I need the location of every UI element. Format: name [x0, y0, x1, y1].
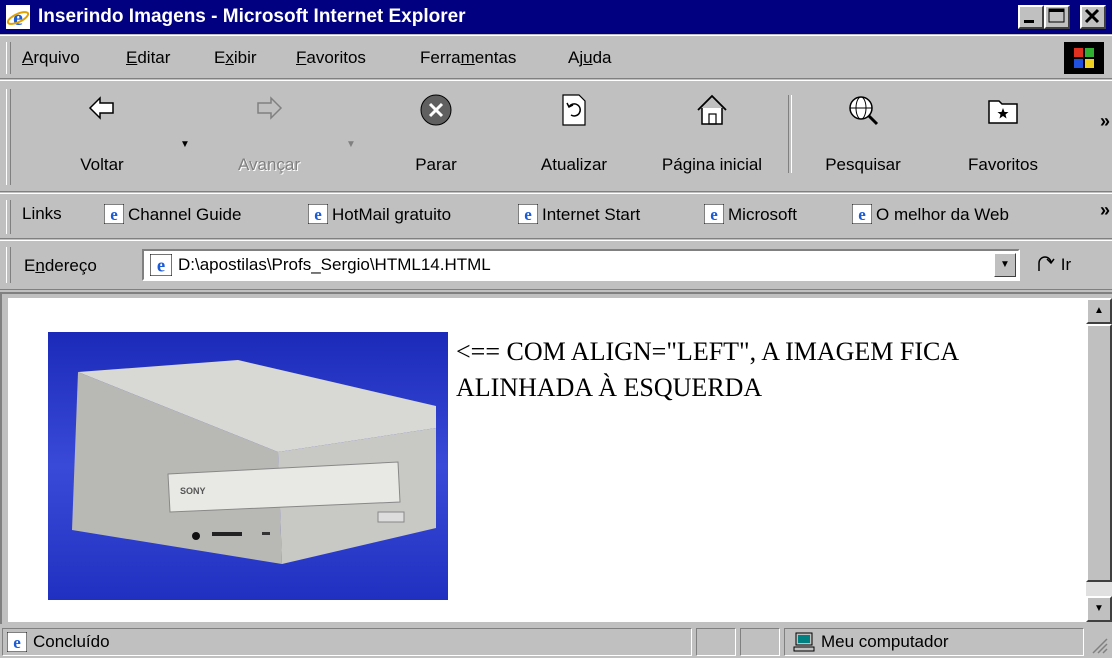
status-panel-empty — [696, 628, 736, 656]
menu-grip[interactable] — [6, 42, 11, 74]
links-bar: Links e Channel Guide e HotMail gratuito e… — [0, 193, 1112, 239]
scroll-up-button[interactable]: ▲ — [1086, 298, 1112, 324]
status-text-panel: e Concluído — [2, 628, 692, 656]
search-globe-icon — [849, 96, 879, 126]
links-grip[interactable] — [6, 200, 11, 234]
minimize-icon — [1024, 20, 1034, 23]
svg-text:e: e — [13, 633, 21, 652]
page-content: SONY <== COM ALIGN="LEFT", A IMAGEM FICA… — [8, 298, 1086, 622]
status-panel-empty — [740, 628, 780, 656]
ie-page-icon: e — [307, 203, 329, 225]
go-arrow-icon — [1038, 256, 1055, 271]
search-button[interactable]: Pesquisar — [808, 87, 918, 183]
status-zone: Meu computador — [821, 632, 949, 651]
my-computer-icon — [793, 632, 815, 652]
go-button[interactable]: Ir — [1036, 254, 1071, 275]
stop-button[interactable]: Parar — [396, 87, 476, 183]
scroll-down-button[interactable]: ▼ — [1086, 596, 1112, 622]
back-dropdown[interactable]: ▼ — [180, 139, 190, 150]
home-icon — [697, 94, 727, 125]
toolbar-grip[interactable] — [6, 89, 11, 185]
favorites-folder-icon — [988, 100, 1018, 124]
cd-drive-image: SONY — [48, 332, 448, 600]
svg-text:e: e — [13, 5, 23, 29]
link-melhor-da-web[interactable]: eO melhor da Web — [851, 203, 1009, 225]
svg-text:e: e — [524, 205, 532, 224]
menu-arquivo[interactable]: Arquivo — [22, 48, 80, 68]
toolbar-more-chevron[interactable]: » — [1100, 111, 1110, 132]
svg-text:e: e — [110, 205, 118, 224]
menu-ajuda[interactable]: Ajuda — [568, 48, 612, 68]
refresh-icon — [562, 94, 586, 126]
link-internet-start[interactable]: e Internet Start — [517, 203, 640, 225]
favorites-button[interactable]: Favoritos — [948, 87, 1058, 183]
svg-text:e: e — [157, 256, 165, 276]
svg-text:SONY: SONY — [180, 486, 206, 496]
ie-page-icon: e — [703, 203, 725, 225]
stop-icon — [420, 94, 452, 126]
page-text: <== COM ALIGN="LEFT", A IMAGEM FICA ALIN… — [456, 337, 960, 402]
toolbar-separator — [788, 95, 792, 173]
status-bar: e Concluído Meu computador — [0, 626, 1112, 658]
address-bar: Endereço e ▼ Ir — [0, 240, 1112, 290]
ie-logo-icon: e — [6, 5, 30, 29]
ie-page-icon: e — [103, 203, 125, 225]
ie-page-icon: e — [517, 203, 539, 225]
link-channel-guide[interactable]: e Channel Guide — [103, 203, 241, 225]
back-button[interactable]: Voltar — [60, 87, 144, 183]
svg-text:e: e — [858, 205, 866, 224]
links-more-chevron[interactable]: » — [1100, 200, 1110, 221]
link-hotmail[interactable]: e HotMail gratuito — [307, 203, 451, 225]
maximize-icon — [1048, 8, 1065, 23]
forward-arrow-icon — [257, 96, 283, 120]
menu-bar: Arquivo Editar Exibir Favoritos Ferramen… — [0, 35, 1112, 79]
ie-page-icon: e — [7, 632, 27, 652]
windows-logo-throbber — [1064, 42, 1104, 74]
link-microsoft[interactable]: e Microsoft — [703, 203, 797, 225]
scroll-thumb[interactable] — [1086, 324, 1112, 582]
address-input[interactable] — [178, 255, 968, 275]
forward-dropdown[interactable]: ▼ — [346, 139, 356, 150]
menu-ferramentas[interactable]: Ferramentas — [420, 48, 516, 68]
standard-toolbar: Voltar ▼ Avançar ▼ Parar Atualizar Págin… — [0, 80, 1112, 192]
forward-button[interactable]: Avançar — [224, 87, 314, 183]
refresh-button[interactable]: Atualizar — [524, 87, 624, 183]
address-dropdown-button[interactable]: ▼ — [994, 253, 1016, 277]
windows-logo-icon — [1074, 48, 1094, 68]
minimize-button[interactable] — [1018, 5, 1044, 29]
window-title: Inserindo Imagens - Microsoft Internet E… — [38, 6, 466, 27]
address-grip[interactable] — [6, 247, 11, 283]
svg-text:e: e — [710, 205, 718, 224]
status-text: Concluído — [33, 632, 110, 651]
resize-grip-icon[interactable] — [1090, 636, 1108, 654]
vertical-scrollbar[interactable]: ▲ ▼ — [1086, 298, 1112, 622]
content-frame: SONY <== COM ALIGN="LEFT", A IMAGEM FICA… — [0, 292, 1112, 624]
close-button[interactable] — [1080, 5, 1106, 29]
home-button[interactable]: Página inicial — [644, 87, 780, 183]
menu-exibir[interactable]: Exibir — [214, 48, 257, 68]
menu-editar[interactable]: Editar — [126, 48, 170, 68]
maximize-button[interactable] — [1044, 5, 1070, 29]
svg-text:e: e — [314, 205, 322, 224]
close-icon — [1084, 8, 1100, 24]
status-zone-panel: Meu computador — [784, 628, 1084, 656]
title-bar[interactable]: e Inserindo Imagens - Microsoft Internet… — [0, 0, 1112, 34]
ie-page-icon: e — [150, 254, 172, 276]
address-label: Endereço — [24, 256, 97, 275]
ie-page-icon: e — [851, 203, 873, 225]
links-label: Links — [22, 204, 62, 223]
back-arrow-icon — [88, 96, 114, 120]
address-field[interactable]: e ▼ — [142, 249, 1020, 281]
menu-favoritos[interactable]: Favoritos — [296, 48, 366, 68]
